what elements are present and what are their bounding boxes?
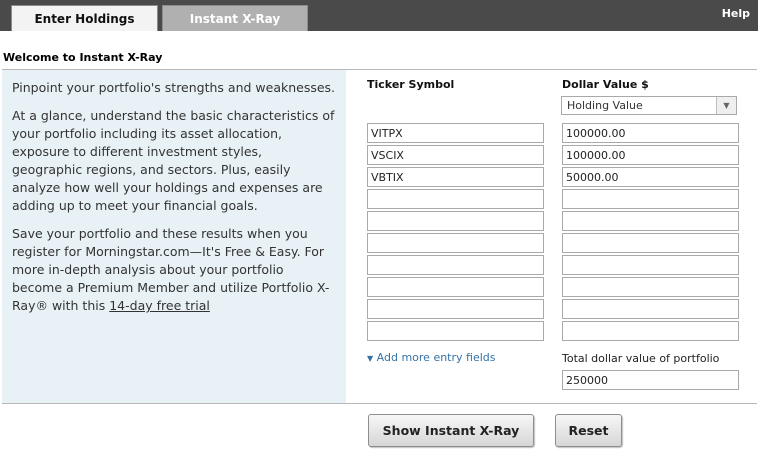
ticker-input[interactable] (367, 123, 544, 143)
tab-instant-x-ray[interactable]: Instant X-Ray (162, 5, 308, 31)
ticker-input[interactable] (367, 167, 544, 187)
ticker-input[interactable] (367, 277, 544, 297)
ticker-input[interactable] (367, 189, 544, 209)
chevron-down-icon[interactable]: ▼ (716, 97, 736, 114)
divider-bottom (2, 403, 757, 404)
dollar-value-input[interactable] (562, 189, 739, 209)
value-type-select[interactable]: Holding Value ▼ (561, 96, 737, 115)
value-type-selected: Holding Value (567, 99, 643, 112)
ticker-input[interactable] (367, 299, 544, 319)
dollar-value-input[interactable] (562, 211, 739, 231)
add-more-fields-link[interactable]: ▼ Add more entry fields (367, 351, 496, 364)
total-value-field[interactable] (562, 370, 739, 390)
tab-enter-holdings[interactable]: Enter Holdings (11, 5, 158, 31)
dollar-value-header: Dollar Value $ (562, 78, 649, 91)
ticker-input[interactable] (367, 233, 544, 253)
triangle-down-icon: ▼ (367, 354, 374, 363)
ticker-input[interactable] (367, 211, 544, 231)
intro-panel: Pinpoint your portfolio's strengths and … (2, 70, 346, 403)
ticker-input[interactable] (367, 145, 544, 165)
dollar-value-input[interactable] (562, 145, 739, 165)
dollar-value-input[interactable] (562, 321, 739, 341)
intro-paragraph-1: Pinpoint your portfolio's strengths and … (12, 80, 336, 95)
ticker-symbol-header: Ticker Symbol (367, 78, 455, 91)
help-link[interactable]: Help (722, 7, 750, 20)
dollar-value-input[interactable] (562, 233, 739, 253)
dollar-value-input[interactable] (562, 299, 739, 319)
ticker-input[interactable] (367, 321, 544, 341)
intro-paragraph-3: Save your portfolio and these results wh… (12, 225, 336, 315)
reset-button[interactable]: Reset (555, 414, 622, 447)
dollar-value-input[interactable] (562, 255, 739, 275)
page-title: Welcome to Instant X-Ray (3, 51, 163, 64)
intro-paragraph-2: At a glance, understand the basic charac… (12, 108, 335, 213)
free-trial-link[interactable]: 14-day free trial (109, 298, 210, 313)
add-more-fields-label: Add more entry fields (376, 351, 496, 364)
show-instant-x-ray-button[interactable]: Show Instant X-Ray (368, 414, 534, 447)
dollar-value-input[interactable] (562, 167, 739, 187)
dollar-value-input[interactable] (562, 277, 739, 297)
dollar-value-input[interactable] (562, 123, 739, 143)
total-value-label: Total dollar value of portfolio (562, 352, 720, 365)
top-bar: Enter Holdings Instant X-Ray Help (0, 0, 758, 31)
ticker-input[interactable] (367, 255, 544, 275)
